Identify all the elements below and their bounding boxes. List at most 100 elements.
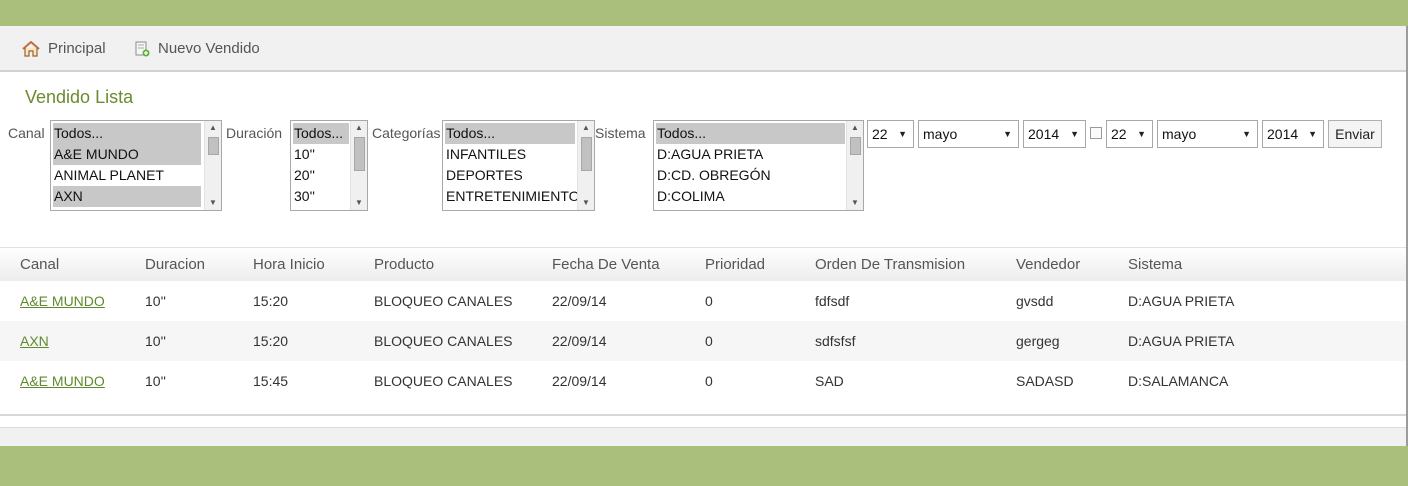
listbox-option[interactable]: D:COLIMA — [656, 186, 863, 207]
from-year-select[interactable]: 2014 ▼ — [1023, 120, 1086, 148]
listbox-option[interactable]: D:AGUA PRIETA — [656, 144, 863, 165]
listbox-option[interactable]: DEPORTES — [445, 165, 594, 186]
listbox-option[interactable]: Todos... — [293, 123, 349, 144]
canal-link[interactable]: A&E MUNDO — [20, 373, 105, 389]
horizontal-scrollbar[interactable] — [0, 427, 1408, 447]
to-month-value: mayo — [1162, 126, 1197, 142]
scroll-up-icon[interactable]: ▲ — [205, 121, 221, 135]
table-cell: SAD — [815, 373, 844, 389]
canal-listbox[interactable]: Todos... A&E MUNDO ANIMAL PLANET AXN ▲ ▼ — [50, 120, 222, 211]
listbox-option[interactable]: Todos... — [656, 123, 845, 144]
table-cell: 0 — [705, 293, 713, 309]
canal-link[interactable]: A&E MUNDO — [20, 293, 105, 309]
table-cell: 0 — [705, 333, 713, 349]
scroll-thumb[interactable] — [581, 137, 592, 171]
column-header-hora-inicio[interactable]: Hora Inicio — [253, 256, 325, 273]
table-cell: SADASD — [1016, 373, 1074, 389]
listbox-option[interactable]: A&E MUNDO — [53, 144, 201, 165]
scroll-down-icon[interactable]: ▼ — [351, 196, 367, 210]
scroll-down-icon[interactable]: ▼ — [847, 196, 863, 210]
column-header-canal[interactable]: Canal — [20, 256, 59, 273]
from-day-value: 22 — [872, 126, 888, 142]
table-cell: D:AGUA PRIETA — [1128, 333, 1235, 349]
listbox-option[interactable]: ANIMAL PLANET — [53, 165, 221, 186]
add-document-icon — [135, 41, 150, 56]
scroll-thumb[interactable] — [208, 137, 219, 155]
duracion-filter-label: Duración — [226, 125, 283, 141]
to-year-select[interactable]: 2014 ▼ — [1262, 120, 1324, 148]
scroll-thumb[interactable] — [354, 137, 365, 171]
table-cell: 15:20 — [253, 333, 289, 349]
column-header-orden[interactable]: Orden De Transmision — [815, 256, 965, 273]
table-cell: 22/09/14 — [552, 293, 607, 309]
scroll-down-icon[interactable]: ▼ — [578, 196, 594, 210]
nav-new-sale-link[interactable]: Nuevo Vendido — [134, 40, 260, 57]
column-header-duracion[interactable]: Duracion — [145, 256, 205, 273]
table-row: AXN 10'' 15:20 BLOQUEO CANALES 22/09/14 … — [0, 321, 1408, 361]
table-cell: BLOQUEO CANALES — [374, 293, 513, 309]
top-banner — [0, 0, 1408, 26]
scroll-up-icon[interactable]: ▲ — [351, 121, 367, 135]
scroll-thumb[interactable] — [850, 137, 861, 155]
table-cell: 22/09/14 — [552, 333, 607, 349]
date-range-checkbox[interactable] — [1090, 127, 1102, 139]
home-icon — [22, 40, 40, 57]
scroll-down-icon[interactable]: ▼ — [205, 196, 221, 210]
from-day-select[interactable]: 22 ▼ — [867, 120, 914, 148]
from-month-value: mayo — [923, 126, 958, 142]
to-year-value: 2014 — [1267, 126, 1299, 142]
scrollbar[interactable]: ▲ ▼ — [846, 121, 863, 210]
chevron-down-icon: ▼ — [1070, 129, 1079, 139]
canal-link[interactable]: AXN — [20, 333, 49, 349]
nav-home-link[interactable]: Principal — [22, 40, 106, 57]
duracion-listbox[interactable]: Todos... 10'' 20'' 30'' ▲ ▼ — [290, 120, 368, 211]
scroll-up-icon[interactable]: ▲ — [847, 121, 863, 135]
nav-home-label: Principal — [48, 40, 106, 57]
table-cell: sdfsfsf — [815, 333, 856, 349]
table-cell: fdfsdf — [815, 293, 850, 309]
submit-button[interactable]: Enviar — [1328, 120, 1382, 148]
nav-new-sale-label: Nuevo Vendido — [158, 40, 260, 57]
chevron-down-icon: ▼ — [1242, 129, 1251, 139]
table-cell: 10'' — [145, 293, 166, 309]
listbox-option[interactable]: ENTRETENIMIENTO — [445, 186, 594, 207]
column-header-vendedor[interactable]: Vendedor — [1016, 256, 1080, 273]
table-cell: 10'' — [145, 373, 166, 389]
table-row: A&E MUNDO 10'' 15:45 BLOQUEO CANALES 22/… — [0, 361, 1408, 401]
listbox-option[interactable]: Todos... — [53, 123, 201, 144]
chevron-down-icon: ▼ — [1003, 129, 1012, 139]
column-header-fecha-de-venta[interactable]: Fecha De Venta — [552, 256, 660, 273]
scrollbar[interactable]: ▲ ▼ — [350, 121, 367, 210]
listbox-option[interactable]: AXN — [53, 186, 201, 207]
column-header-sistema[interactable]: Sistema — [1128, 256, 1182, 273]
column-header-prioridad[interactable]: Prioridad — [705, 256, 765, 273]
column-header-producto[interactable]: Producto — [374, 256, 434, 273]
table-row: A&E MUNDO 10'' 15:20 BLOQUEO CANALES 22/… — [0, 281, 1408, 321]
table-cell: D:AGUA PRIETA — [1128, 293, 1235, 309]
table-header: Canal Duracion Hora Inicio Producto Fech… — [0, 248, 1408, 281]
sistema-filter-label: Sistema — [595, 125, 646, 141]
scrollbar[interactable]: ▲ ▼ — [204, 121, 221, 210]
scrollbar[interactable]: ▲ ▼ — [577, 121, 594, 210]
table-cell: 0 — [705, 373, 713, 389]
scroll-up-icon[interactable]: ▲ — [578, 121, 594, 135]
listbox-option[interactable]: D:CD. OBREGÓN — [656, 165, 863, 186]
chevron-down-icon: ▼ — [898, 129, 907, 139]
footer-banner — [0, 446, 1408, 486]
table-cell: BLOQUEO CANALES — [374, 373, 513, 389]
from-year-value: 2014 — [1028, 126, 1060, 142]
listbox-option[interactable]: Todos... — [445, 123, 575, 144]
from-month-select[interactable]: mayo ▼ — [918, 120, 1019, 148]
sistema-listbox[interactable]: Todos... D:AGUA PRIETA D:CD. OBREGÓN D:C… — [653, 120, 864, 211]
table-cell: gergeg — [1016, 333, 1060, 349]
chevron-down-icon: ▼ — [1137, 129, 1146, 139]
to-month-select[interactable]: mayo ▼ — [1157, 120, 1258, 148]
listbox-option[interactable]: INFANTILES — [445, 144, 594, 165]
table-cell: 15:45 — [253, 373, 289, 389]
table-cell: 22/09/14 — [552, 373, 607, 389]
table-cell: gvsdd — [1016, 293, 1054, 309]
table-cell: 10'' — [145, 333, 166, 349]
categorias-listbox[interactable]: Todos... INFANTILES DEPORTES ENTRETENIMI… — [442, 120, 595, 211]
to-day-select[interactable]: 22 ▼ — [1106, 120, 1153, 148]
table-cell: D:SALAMANCA — [1128, 373, 1229, 389]
